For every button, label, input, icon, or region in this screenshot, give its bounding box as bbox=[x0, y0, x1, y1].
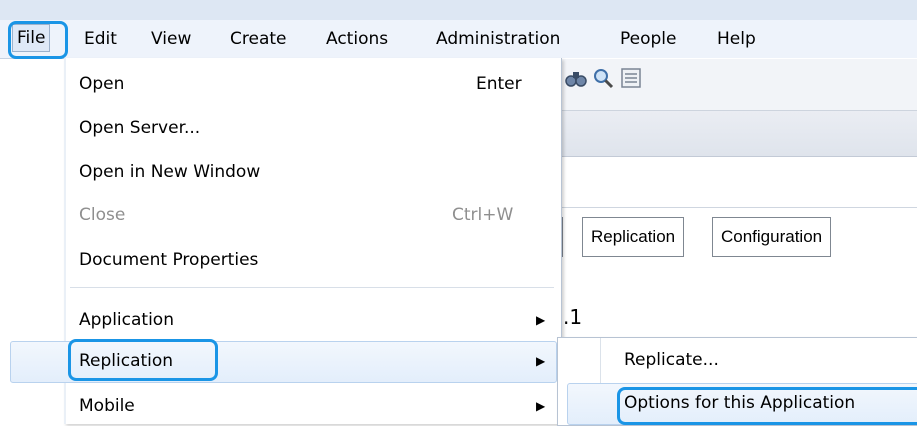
file-highlight-outline bbox=[8, 21, 68, 59]
binoculars-icon[interactable] bbox=[564, 66, 588, 94]
menu-separator bbox=[70, 287, 554, 288]
menu-help[interactable]: Help bbox=[717, 26, 756, 52]
tab-configuration[interactable]: Configuration bbox=[712, 217, 832, 257]
menu-view[interactable]: View bbox=[151, 26, 191, 52]
submenu-arrow-icon: ▶ bbox=[536, 399, 546, 413]
menu-item-label: Open in New Window bbox=[79, 162, 261, 182]
menu-item-label: Open Server... bbox=[79, 118, 201, 138]
document-list-icon[interactable] bbox=[619, 66, 643, 94]
menu-item-shortcut: Ctrl+W bbox=[452, 205, 514, 225]
menu-edit[interactable]: Edit bbox=[84, 26, 117, 52]
background-text-fragment: .1 bbox=[563, 305, 583, 329]
menu-item-close: Close Ctrl+W bbox=[66, 195, 556, 235]
menu-item-application[interactable]: Application ▶ bbox=[66, 300, 556, 340]
menu-people[interactable]: People bbox=[620, 26, 676, 52]
menu-bar: File Edit View Create Actions Administra… bbox=[0, 20, 917, 59]
menu-item-shortcut: Enter bbox=[476, 74, 522, 94]
menu-actions[interactable]: Actions bbox=[326, 26, 388, 52]
title-bar-strip bbox=[0, 0, 917, 20]
submenu-arrow-icon: ▶ bbox=[536, 354, 546, 368]
tab-replication[interactable]: Replication bbox=[582, 217, 685, 257]
menu-item-document-properties[interactable]: Document Properties bbox=[66, 240, 556, 280]
menu-item-open-server[interactable]: Open Server... bbox=[66, 108, 556, 148]
search-icon[interactable] bbox=[591, 66, 615, 94]
secondary-toolbar bbox=[560, 111, 917, 157]
menu-item-label: Close bbox=[79, 205, 126, 225]
menu-item-label: Mobile bbox=[79, 396, 135, 416]
options-highlight-outline bbox=[617, 387, 917, 425]
menu-create[interactable]: Create bbox=[230, 26, 287, 52]
menu-item-label: Document Properties bbox=[79, 250, 259, 270]
menu-item-label: Application bbox=[79, 310, 174, 330]
submenu-arrow-icon: ▶ bbox=[536, 313, 546, 327]
replication-highlight-outline bbox=[68, 339, 218, 381]
menu-item-mobile[interactable]: Mobile ▶ bbox=[66, 386, 556, 426]
menu-administration[interactable]: Administration bbox=[436, 26, 560, 52]
menu-item-open[interactable]: Open Enter bbox=[66, 64, 556, 104]
menu-item-open-new-window[interactable]: Open in New Window bbox=[66, 152, 556, 192]
menu-item-label: Open bbox=[79, 74, 125, 94]
address-bar bbox=[560, 157, 917, 208]
submenu-item-replicate[interactable]: Replicate... bbox=[624, 350, 719, 370]
